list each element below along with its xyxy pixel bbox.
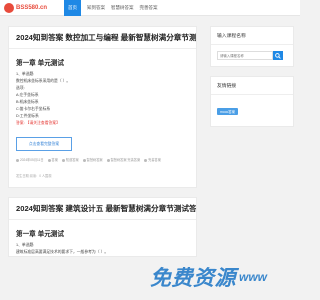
top-navbar: BSS580.cn 首页 知到答案 智慧树答案 完善答案 — [0, 0, 300, 16]
option-line: C:笛卡尔右手坐标系 — [16, 107, 51, 111]
nav-item-zhihuishu[interactable]: 智慧树答案 — [111, 0, 134, 16]
friend-link[interactable]: mooc答案 — [217, 108, 239, 115]
main-nav: 首页 知到答案 智慧树答案 完善答案 — [64, 0, 164, 16]
article-card: 2024知到答案 建筑设计五 最新智慧树满分章节测试答案 第一章 单元测试 1、… — [8, 197, 197, 257]
chapter-heading: 第一章 单元测试 — [16, 60, 64, 67]
meta-tag[interactable]: 完善答案 — [144, 157, 161, 164]
article-card: 2024知到答案 数控加工与编程 最新智慧树满分章节测试答案 第一章 单元测试 … — [8, 26, 197, 188]
search-button[interactable] — [273, 51, 283, 60]
option-line: B:机床坐标系 — [16, 100, 39, 104]
article-title[interactable]: 2024知到答案 数控加工与编程 最新智慧树满分章节测试答案 — [9, 27, 196, 48]
option-line: D:工件坐标系 — [16, 114, 39, 118]
question-line: 建筑标准层高要满足技术的要求下，一般参考为（ ）。 — [16, 250, 109, 254]
meta-tag-text: 智慧树答案 完善答案 — [110, 158, 141, 162]
nav-item-wanshan[interactable]: 完善答案 — [140, 0, 158, 16]
logo-text: BSS580.cn — [16, 5, 48, 11]
meta-tag-text: 完善答案 — [148, 158, 161, 162]
meta-tag[interactable]: 智慧树答案 完善答案 — [106, 157, 141, 164]
chapter-heading: 第一章 单元测试 — [16, 231, 64, 238]
search-input[interactable] — [217, 51, 273, 60]
main-content: 2024知到答案 数控加工与编程 最新智慧树满分章节测试答案 第一章 单元测试 … — [8, 26, 197, 266]
question-line: 数控机床坐标系采用的是（ ）。 — [16, 79, 71, 83]
answer-line: 答案: 【请关注查看答案】 — [16, 121, 60, 125]
meta-tag[interactable]: 知道答案 — [61, 157, 79, 164]
meta-tag[interactable]: 答案 — [47, 157, 58, 164]
clock-icon — [16, 159, 19, 162]
site-logo[interactable]: BSS580.cn — [4, 3, 47, 13]
divider — [9, 48, 196, 49]
question-line: 1、单选题: — [16, 72, 35, 76]
question-line: 1、单选题: — [16, 243, 35, 247]
sidebar: 输入课程名称 友情链接 mooc答案 — [210, 26, 294, 136]
article-meta: 2024年05月11日 答案 知道答案 智慧树答案 智慧树答案 完善答案 完善答… — [9, 157, 196, 164]
search-box-title: 输入课程名称 — [211, 27, 293, 45]
divider — [9, 219, 196, 220]
logo-mark-icon — [4, 3, 14, 13]
nav-item-zhidao[interactable]: 知到答案 — [87, 0, 105, 16]
option-line: A:左手坐标系 — [16, 93, 39, 97]
view-count: 发生日期 阅读：0 人围观 — [16, 174, 52, 178]
tag-icon — [82, 159, 86, 162]
nav-item-home[interactable]: 首页 — [64, 0, 81, 16]
friend-links-title: 友情链接 — [211, 77, 293, 95]
meta-date-text: 2024年05月11日 — [20, 158, 44, 162]
meta-tag-text: 知道答案 — [65, 158, 79, 162]
meta-date: 2024年05月11日 — [16, 157, 44, 164]
view-answer-button[interactable]: 点击查看完整答案 — [16, 137, 72, 151]
tag-icon — [144, 159, 148, 162]
watermark-suffix: www — [239, 270, 268, 284]
article-title[interactable]: 2024知到答案 建筑设计五 最新智慧树满分章节测试答案 — [9, 198, 196, 219]
watermark: 免费资源 www — [150, 262, 267, 292]
friend-links-box: 友情链接 mooc答案 — [210, 76, 294, 127]
tag-icon — [47, 159, 51, 162]
question-line: 选项: — [16, 86, 25, 90]
search-box: 输入课程名称 — [210, 26, 294, 67]
watermark-text: 免费资源 — [150, 267, 236, 290]
tag-icon — [106, 159, 110, 162]
article-footer: 发生日期 阅读：0 人围观 — [9, 164, 196, 187]
meta-tag-text: 智慧树答案 — [86, 158, 103, 162]
tag-icon — [61, 159, 65, 162]
search-icon — [275, 52, 281, 59]
friend-links-list: mooc答案 — [211, 95, 293, 126]
meta-tag-text: 答案 — [51, 158, 58, 162]
button-wrap: 点击查看完整答案 — [9, 127, 196, 157]
meta-tag[interactable]: 智慧树答案 — [82, 157, 103, 164]
search-row — [211, 45, 293, 66]
